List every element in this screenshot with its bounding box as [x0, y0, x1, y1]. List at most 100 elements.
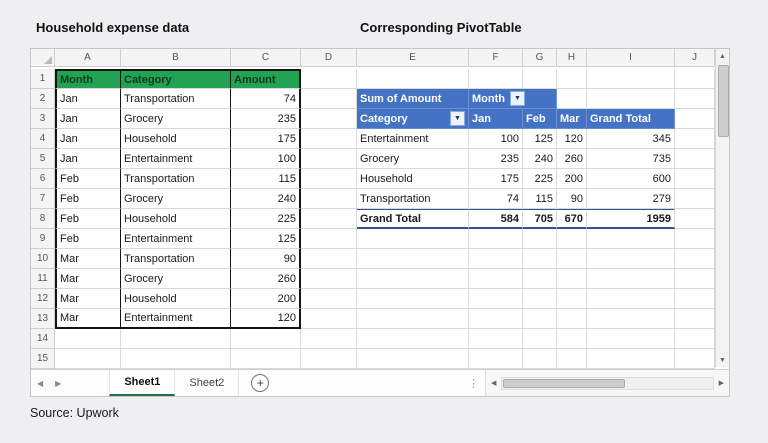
cell-B9[interactable]: Entertainment	[121, 229, 231, 249]
cell-B12[interactable]: Household	[121, 289, 231, 309]
column-header-H[interactable]: H	[557, 49, 587, 67]
cell-F7[interactable]: 74	[469, 189, 523, 209]
cell-B13[interactable]: Entertainment	[121, 309, 231, 329]
cell-I13[interactable]	[587, 309, 675, 329]
cell-H4[interactable]: 120	[557, 129, 587, 149]
tab-sheet2[interactable]: Sheet2	[175, 370, 239, 396]
column-header-J[interactable]: J	[675, 49, 715, 67]
vscroll-thumb[interactable]	[718, 65, 729, 137]
cell-F3[interactable]: Jan	[469, 109, 523, 129]
cell-A6[interactable]: Feb	[55, 169, 121, 189]
cell-I6[interactable]: 600	[587, 169, 675, 189]
cell-B2[interactable]: Transportation	[121, 89, 231, 109]
cell-D13[interactable]	[301, 309, 357, 329]
cell-B1[interactable]: Category	[121, 69, 231, 89]
cell-F8[interactable]: 584	[469, 209, 523, 229]
cell-G1[interactable]	[523, 69, 557, 89]
cell-H1[interactable]	[557, 69, 587, 89]
cell-J2[interactable]	[675, 89, 715, 109]
cell-E5[interactable]: Grocery	[357, 149, 469, 169]
cell-A4[interactable]: Jan	[55, 129, 121, 149]
cell-H9[interactable]	[557, 229, 587, 249]
column-header-I[interactable]: I	[587, 49, 675, 67]
cell-F12[interactable]	[469, 289, 523, 309]
cell-J5[interactable]	[675, 149, 715, 169]
column-header-F[interactable]: F	[469, 49, 523, 67]
scroll-down-icon[interactable]: ▼	[716, 353, 730, 367]
hscroll-thumb[interactable]	[503, 379, 625, 388]
cell-E3[interactable]: Category▼	[357, 109, 469, 129]
vertical-scrollbar[interactable]: ▲ ▼	[715, 49, 729, 367]
cell-C5[interactable]: 100	[231, 149, 301, 169]
cell-J13[interactable]	[675, 309, 715, 329]
row-header-3[interactable]: 3	[31, 109, 55, 129]
cell-H10[interactable]	[557, 249, 587, 269]
cell-B10[interactable]: Transportation	[121, 249, 231, 269]
row-header-2[interactable]: 2	[31, 89, 55, 109]
cell-A12[interactable]: Mar	[55, 289, 121, 309]
cell-F2[interactable]: Month▼	[469, 89, 557, 109]
cell-A2[interactable]: Jan	[55, 89, 121, 109]
scroll-up-icon[interactable]: ▲	[716, 49, 730, 63]
cell-H14[interactable]	[557, 329, 587, 349]
cell-C8[interactable]: 225	[231, 209, 301, 229]
cell-C4[interactable]: 175	[231, 129, 301, 149]
cell-G14[interactable]	[523, 329, 557, 349]
cell-G13[interactable]	[523, 309, 557, 329]
cell-G15[interactable]	[523, 349, 557, 369]
cell-J14[interactable]	[675, 329, 715, 349]
cell-B7[interactable]: Grocery	[121, 189, 231, 209]
tab-nav-right-icon[interactable]: ▶	[49, 379, 67, 388]
cell-E8[interactable]: Grand Total	[357, 209, 469, 229]
add-sheet-button[interactable]: +	[251, 374, 269, 392]
cell-I2[interactable]	[587, 89, 675, 109]
cell-H7[interactable]: 90	[557, 189, 587, 209]
cell-H15[interactable]	[557, 349, 587, 369]
cell-C3[interactable]: 235	[231, 109, 301, 129]
cell-F14[interactable]	[469, 329, 523, 349]
row-header-4[interactable]: 4	[31, 129, 55, 149]
cell-C15[interactable]	[231, 349, 301, 369]
row-header-10[interactable]: 10	[31, 249, 55, 269]
cell-F10[interactable]	[469, 249, 523, 269]
cell-G6[interactable]: 225	[523, 169, 557, 189]
cell-G11[interactable]	[523, 269, 557, 289]
column-header-A[interactable]: A	[55, 49, 121, 67]
cell-B14[interactable]	[121, 329, 231, 349]
row-header-14[interactable]: 14	[31, 329, 55, 349]
cell-A3[interactable]: Jan	[55, 109, 121, 129]
cell-J1[interactable]	[675, 69, 715, 89]
scroll-right-icon[interactable]: ▶	[714, 379, 729, 387]
cell-J10[interactable]	[675, 249, 715, 269]
cell-I5[interactable]: 735	[587, 149, 675, 169]
cell-J8[interactable]	[675, 209, 715, 229]
cell-D14[interactable]	[301, 329, 357, 349]
cell-H11[interactable]	[557, 269, 587, 289]
column-header-G[interactable]: G	[523, 49, 557, 67]
vscroll-track[interactable]	[716, 63, 729, 353]
cell-D7[interactable]	[301, 189, 357, 209]
row-header-5[interactable]: 5	[31, 149, 55, 169]
cell-C10[interactable]: 90	[231, 249, 301, 269]
cell-I14[interactable]	[587, 329, 675, 349]
cell-J6[interactable]	[675, 169, 715, 189]
cell-H12[interactable]	[557, 289, 587, 309]
cell-J9[interactable]	[675, 229, 715, 249]
row-header-12[interactable]: 12	[31, 289, 55, 309]
cell-H3[interactable]: Mar	[557, 109, 587, 129]
cell-I8[interactable]: 1959	[587, 209, 675, 229]
cell-G12[interactable]	[523, 289, 557, 309]
row-header-13[interactable]: 13	[31, 309, 55, 329]
cell-G10[interactable]	[523, 249, 557, 269]
cell-J7[interactable]	[675, 189, 715, 209]
cell-I10[interactable]	[587, 249, 675, 269]
cell-F4[interactable]: 100	[469, 129, 523, 149]
row-header-8[interactable]: 8	[31, 209, 55, 229]
cell-I1[interactable]	[587, 69, 675, 89]
cell-D6[interactable]	[301, 169, 357, 189]
row-header-11[interactable]: 11	[31, 269, 55, 289]
cell-E13[interactable]	[357, 309, 469, 329]
cell-D4[interactable]	[301, 129, 357, 149]
cell-D2[interactable]	[301, 89, 357, 109]
cell-G9[interactable]	[523, 229, 557, 249]
